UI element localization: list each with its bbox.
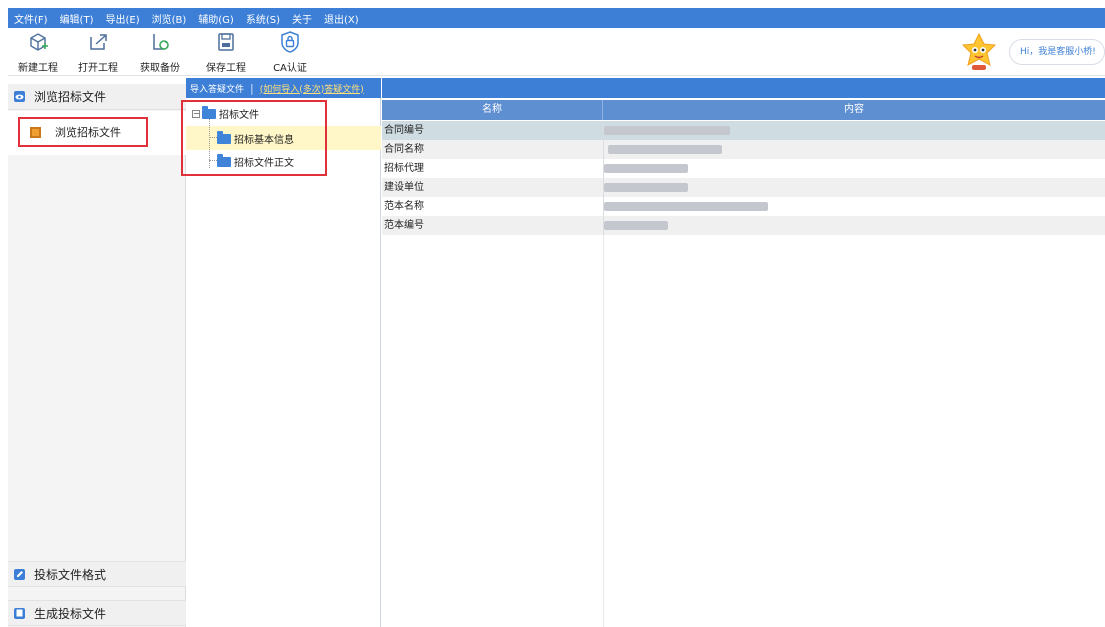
menu-system[interactable]: 系统(S) [246, 11, 280, 26]
sidebar-subitem-label: 浏览招标文件 [55, 126, 121, 139]
howto-import-link[interactable]: (如何导入(多次)答疑文件) [260, 82, 364, 95]
get-backup-label: 获取备份 [140, 63, 180, 74]
edit-icon [14, 568, 25, 580]
ca-auth-label: CA认证 [273, 63, 307, 74]
table-row[interactable]: 范本编号 [382, 216, 1105, 235]
table-row[interactable]: 合同编号 [382, 121, 1105, 140]
menu-about[interactable]: 关于 [292, 11, 312, 26]
file-icon [14, 607, 25, 619]
row-name: 范本名称 [384, 201, 424, 212]
lock-icon [281, 31, 299, 53]
save-project-label: 保存工程 [206, 63, 246, 74]
sidebar-item-generate-bid[interactable]: 生成投标文件 [8, 600, 186, 626]
new-project-label: 新建工程 [18, 63, 58, 74]
document-icon [30, 126, 41, 138]
table-row[interactable]: 合同名称 [382, 140, 1105, 159]
backup-icon [153, 34, 169, 50]
menu-assist[interactable]: 辅助(G) [198, 11, 234, 26]
ca-auth-button[interactable]: CA认证 [262, 31, 318, 74]
toolbar-divider: | [250, 81, 254, 95]
open-project-label: 打开工程 [78, 63, 118, 74]
assistant-widget[interactable]: Hi，我是客服小桥! [957, 32, 1105, 72]
redacted-value [604, 126, 730, 135]
sidebar-bid-format-label: 投标文件格式 [34, 567, 107, 582]
app-window: 文件(F) 编辑(T) 导出(E) 浏览(B) 辅助(G) 系统(S) 关于 退… [0, 0, 1105, 627]
table-row[interactable]: 建设单位 [382, 178, 1105, 197]
column-separator [603, 140, 604, 159]
eye-icon [14, 91, 25, 102]
table-row[interactable]: 招标代理 [382, 159, 1105, 178]
row-name: 招标代理 [384, 163, 424, 174]
menu-file[interactable]: 文件(F) [14, 11, 48, 26]
property-grid: 名称 内容 合同编号 合同名称 招标代理 建设单位 范本名称 范本编号 [382, 78, 1105, 627]
row-name: 建设单位 [384, 182, 424, 193]
grid-top-bar [382, 78, 1105, 98]
get-backup-button[interactable]: 获取备份 [132, 31, 188, 74]
table-row[interactable]: 范本名称 [382, 197, 1105, 216]
open-project-button[interactable]: 打开工程 [70, 31, 126, 74]
tree-toolbar: 导入答疑文件 | (如何导入(多次)答疑文件) [186, 78, 381, 98]
assistant-mascot-icon [961, 32, 997, 70]
annotation-highlight-box [181, 100, 327, 176]
menu-bar: 文件(F) 编辑(T) 导出(E) 浏览(B) 辅助(G) 系统(S) 关于 退… [8, 8, 1105, 28]
new-project-button[interactable]: 新建工程 [10, 31, 66, 74]
sidebar-item-browse-bid[interactable]: 浏览招标文件 [8, 84, 186, 110]
menu-browse[interactable]: 浏览(B) [152, 11, 187, 26]
save-icon [218, 33, 234, 51]
grid-header: 名称 内容 [382, 100, 1105, 120]
redacted-value [604, 183, 688, 192]
column-header-name[interactable]: 名称 [382, 100, 603, 120]
open-project-icon [90, 34, 107, 50]
row-name: 合同名称 [384, 144, 424, 155]
sidebar-item-bid-format[interactable]: 投标文件格式 [8, 561, 186, 587]
import-qa-button[interactable]: 导入答疑文件 [190, 82, 244, 95]
menu-edit[interactable]: 编辑(T) [60, 11, 94, 26]
menu-export[interactable]: 导出(E) [105, 11, 139, 26]
menu-exit[interactable]: 退出(X) [324, 11, 359, 26]
assistant-greeting: Hi，我是客服小桥! [1009, 39, 1105, 65]
sidebar-browse-label: 浏览招标文件 [34, 90, 107, 104]
row-name: 合同编号 [384, 125, 424, 136]
sidebar: 浏览招标文件 浏览招标文件 投标文件格式 生成投标文件 [8, 84, 186, 627]
sidebar-subpanel: 浏览招标文件 [8, 111, 186, 155]
redacted-value [604, 221, 668, 230]
column-header-content[interactable]: 内容 [603, 100, 1105, 120]
column-separator [603, 235, 604, 627]
sidebar-generate-label: 生成投标文件 [34, 606, 107, 621]
save-project-button[interactable]: 保存工程 [198, 31, 254, 74]
redacted-value [604, 164, 688, 173]
sidebar-subitem-browse-bid[interactable]: 浏览招标文件 [18, 117, 148, 147]
redacted-value [608, 145, 722, 154]
new-project-icon [30, 33, 48, 51]
redacted-value [604, 202, 768, 211]
toolbar: 新建工程 打开工程 获取备份 保存工程 CA认证 Hi，我是客服小桥! [8, 28, 1105, 76]
row-name: 范本编号 [384, 220, 424, 231]
